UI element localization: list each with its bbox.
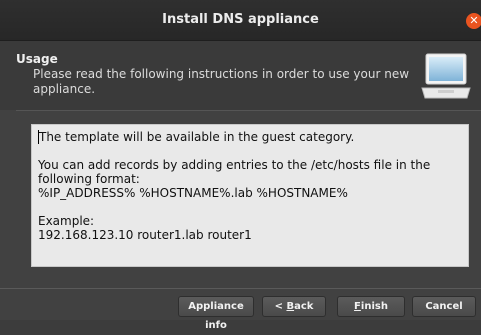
wizard-header: Usage Please read the following instruct…	[0, 41, 481, 110]
button-divider	[0, 288, 481, 289]
appliance-info-button[interactable]: Appliance info	[178, 296, 254, 331]
instructions-text: You can add records by adding entries to…	[38, 158, 431, 186]
window-title: Install DNS appliance	[162, 12, 319, 27]
instructions-paragraph: The template will be available in the gu…	[38, 130, 462, 144]
dialog-content: Usage Please read the following instruct…	[0, 41, 481, 320]
finish-button[interactable]: Finish	[337, 296, 405, 317]
header-divider	[16, 110, 481, 111]
instructions-textview[interactable]: The template will be available in the gu…	[31, 124, 469, 267]
laptop-icon	[421, 53, 471, 99]
instructions-paragraph: You can add records by adding entries to…	[38, 158, 462, 200]
back-button[interactable]: < Back	[262, 296, 326, 317]
instructions-text: The template will be available in the gu…	[39, 130, 355, 144]
instructions-text: Example:	[38, 214, 95, 228]
instructions-text: 192.168.123.10 router1.lab router1	[38, 228, 252, 242]
back-mnemonic: B	[286, 301, 295, 312]
back-button-label: <	[274, 301, 287, 312]
instructions-text: %IP_ADDRESS% %HOSTNAME%.lab %HOSTNAME%	[38, 186, 348, 200]
finish-button-label: inish	[360, 301, 388, 312]
instructions-paragraph: Example: 192.168.123.10 router1.lab route…	[38, 214, 462, 242]
section-description: Please read the following instructions i…	[33, 67, 410, 96]
finish-mnemonic: F	[354, 301, 361, 312]
section-title: Usage	[16, 52, 58, 66]
cancel-button[interactable]: Cancel	[412, 296, 476, 317]
close-icon[interactable]: ✕	[466, 13, 481, 29]
back-button-label: ack	[294, 301, 314, 312]
title-bar: Install DNS appliance ✕	[0, 0, 481, 41]
